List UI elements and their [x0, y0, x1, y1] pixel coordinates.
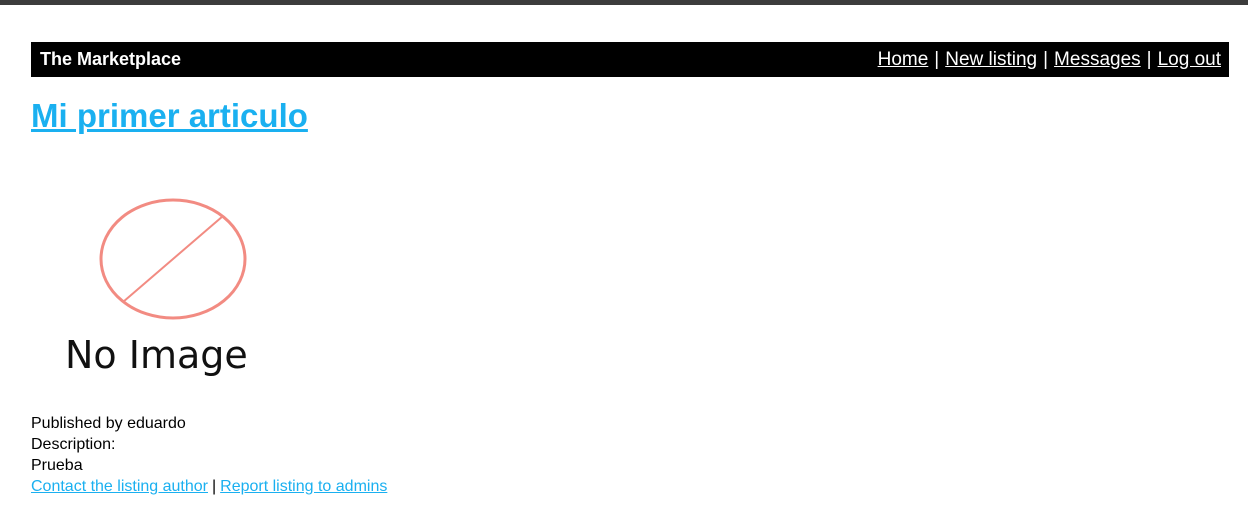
description-text: Prueba	[31, 457, 83, 474]
window-frame-top	[0, 0, 1248, 5]
listing-actions: Contact the listing author | Report listin…	[31, 476, 387, 497]
no-image-icon	[99, 198, 247, 320]
nav-separator: |	[1043, 48, 1049, 70]
listing-image-placeholder: No Image	[60, 195, 310, 390]
nav-link-log-out[interactable]: Log out	[1158, 49, 1221, 71]
site-brand: The Marketplace	[40, 49, 182, 69]
top-navbar: The Marketplace Home | New listing | Mes…	[31, 42, 1229, 77]
actions-separator: |	[212, 478, 217, 495]
report-listing-link[interactable]: Report listing to admins	[220, 478, 387, 495]
listing-title[interactable]: Mi primer articulo	[31, 95, 308, 137]
published-by-text: Published by eduardo	[31, 415, 186, 432]
nav-links: Home | New listing | Messages | Log out	[878, 49, 1221, 71]
nav-link-home[interactable]: Home	[878, 49, 929, 71]
contact-author-link[interactable]: Contact the listing author	[31, 478, 208, 495]
nav-link-new-listing[interactable]: New listing	[945, 49, 1037, 71]
listing-meta: Published by eduardo Description: Prueba…	[31, 413, 387, 497]
description-label: Description:	[31, 436, 116, 453]
nav-link-messages[interactable]: Messages	[1054, 49, 1141, 71]
nav-separator: |	[934, 48, 940, 70]
no-image-label: No Image	[65, 333, 248, 377]
nav-separator: |	[1146, 48, 1152, 70]
